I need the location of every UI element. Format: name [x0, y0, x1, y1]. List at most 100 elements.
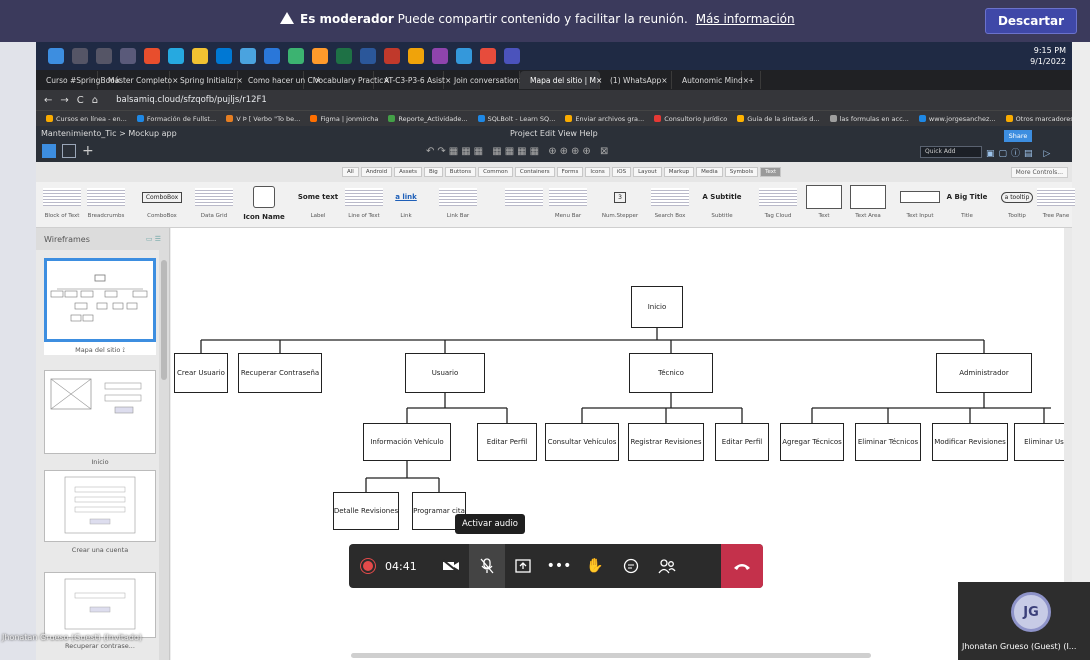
library-tab[interactable]: Icons: [585, 167, 610, 177]
component-item[interactable]: Breadcrumbs: [80, 184, 132, 219]
sitemap-node[interactable]: Registrar Revisiones: [628, 423, 704, 461]
library-tab[interactable]: iOS: [611, 167, 632, 177]
task-view-icon[interactable]: [96, 48, 112, 64]
toolbar-icons[interactable]: ↶↷▦▦▦ ▦▦▦▦ ⊕⊕⊕⊕ ⊠: [426, 146, 611, 157]
component-item[interactable]: Link Bar: [432, 184, 484, 219]
new-tab-icon[interactable]: +: [742, 71, 762, 89]
app-icon-2[interactable]: [240, 48, 256, 64]
sitemap-node[interactable]: Administrador: [936, 353, 1032, 393]
bookmark[interactable]: SQLBolt - Learn SQ...: [477, 115, 555, 123]
grid-view-icon[interactable]: [62, 144, 76, 158]
library-tab[interactable]: Assets: [394, 167, 422, 177]
vscode-icon[interactable]: [264, 48, 280, 64]
wireframes-scrollbar[interactable]: [159, 250, 169, 660]
library-tab[interactable]: Containers: [514, 167, 555, 177]
sitemap-node[interactable]: Técnico: [629, 353, 713, 393]
excel-icon[interactable]: [336, 48, 352, 64]
sitemap-node[interactable]: Usuario: [405, 353, 485, 393]
participants-icon[interactable]: [649, 544, 685, 588]
sitemap-node[interactable]: Eliminar Técnicos: [855, 423, 921, 461]
canvas-horizontal-scrollbar[interactable]: [351, 653, 871, 658]
bookmark[interactable]: www.jorgesanchez...: [918, 115, 996, 123]
edge-icon[interactable]: [168, 48, 184, 64]
bookmark[interactable]: Figma | jonmircha: [310, 115, 378, 123]
library-tab[interactable]: Common: [478, 167, 513, 177]
library-tab[interactable]: Media: [696, 167, 723, 177]
component-item[interactable]: A Big Title Title: [941, 184, 993, 219]
browser-tab[interactable]: Join conversation ×: [444, 71, 525, 89]
sitemap-canvas[interactable]: Inicio Crear Usuario Recuperar Contraseña U…: [171, 228, 1064, 660]
app-icon-8[interactable]: [456, 48, 472, 64]
library-tab[interactable]: Text: [760, 167, 782, 177]
library-tab[interactable]: Android: [360, 167, 393, 177]
search-icon[interactable]: [72, 48, 88, 64]
component-item[interactable]: Some text Label: [292, 184, 344, 219]
bookmark[interactable]: V Þ [ Verbo "To be...: [226, 115, 300, 123]
browser-tab[interactable]: Vocabulary Practic ×: [304, 71, 390, 89]
project-breadcrumb[interactable]: Mantenimiento_Tic > Mockup app: [41, 129, 177, 138]
app-icon-7[interactable]: [432, 48, 448, 64]
tab-close-icon[interactable]: ×: [661, 76, 667, 85]
browser-tab[interactable]: Spring Initializr ×: [170, 71, 243, 89]
more-info-link[interactable]: Más información: [696, 12, 795, 26]
wireframe-item-inicio[interactable]: Inicio: [44, 370, 156, 466]
wireframe-item-mapa[interactable]: Mapa del sitio ⟟: [44, 258, 156, 355]
browser-tab[interactable]: Curso #SpringBoo ×: [36, 71, 121, 89]
app-icon-5[interactable]: [384, 48, 400, 64]
sitemap-node[interactable]: Información Vehículo: [363, 423, 451, 461]
sitemap-node[interactable]: Editar Perfil: [715, 423, 769, 461]
sitemap-node[interactable]: Crear Usuario: [174, 353, 228, 393]
component-item[interactable]: Tree Pane: [1030, 184, 1082, 219]
camera-off-icon[interactable]: [433, 544, 469, 588]
participant-tile[interactable]: JG Jhonatan Grueso (Guest) (I...: [958, 582, 1090, 660]
component-item[interactable]: ComboBox ComboBox: [136, 184, 188, 219]
app-icon-6[interactable]: [408, 48, 424, 64]
component-item[interactable]: Text Input: [894, 184, 946, 219]
store-icon[interactable]: [216, 48, 232, 64]
raise-hand-icon[interactable]: ✋: [577, 544, 613, 588]
share-button[interactable]: Share: [1004, 130, 1032, 142]
more-controls-button[interactable]: More Controls...: [1010, 167, 1068, 178]
library-tab[interactable]: Forms: [556, 167, 584, 177]
bookmark[interactable]: Otros marcadores: [1005, 115, 1072, 123]
bookmark[interactable]: Guía de la sintaxis d...: [737, 115, 820, 123]
bookmark[interactable]: Cursos en línea - en...: [46, 115, 127, 123]
component-item[interactable]: 3 Num.Stepper: [594, 184, 646, 219]
sitemap-node[interactable]: Detalle Revisiones: [333, 492, 399, 530]
library-tab[interactable]: Buttons: [444, 167, 477, 177]
scroll-thumb[interactable]: [161, 260, 167, 380]
browser-tab[interactable]: Mapa del sitio | M ×: [520, 71, 602, 89]
component-item[interactable]: a link Link: [380, 184, 432, 219]
widgets-icon[interactable]: [120, 48, 136, 64]
library-tab[interactable]: Markup: [663, 167, 695, 177]
teams-icon[interactable]: [504, 48, 520, 64]
bookmark[interactable]: Consultorio Jurídico: [654, 115, 727, 123]
word-icon[interactable]: [360, 48, 376, 64]
discard-button[interactable]: Descartar: [985, 8, 1077, 34]
component-item[interactable]: Text Area: [842, 184, 894, 219]
bookmark[interactable]: Formación de Fullst...: [136, 115, 216, 123]
component-item[interactable]: Menu Bar: [542, 184, 594, 219]
panel-icons[interactable]: ▣▢ⓘ▤ ▷: [986, 146, 1054, 159]
library-tab[interactable]: Layout: [633, 167, 662, 177]
url-field[interactable]: balsamiq.cloud/sfzqofb/pujljs/r12F1: [116, 95, 267, 105]
library-tab[interactable]: Big: [424, 167, 443, 177]
component-item[interactable]: Icon Name: [238, 184, 290, 221]
sitemap-node[interactable]: Modificar Revisiones: [932, 423, 1008, 461]
single-view-icon[interactable]: [42, 144, 56, 158]
library-tab[interactable]: All: [342, 167, 359, 177]
app-menu[interactable]: Project Edit View Help: [510, 129, 598, 138]
sitemap-node[interactable]: Editar Perfil: [477, 423, 537, 461]
app-icon-4[interactable]: [312, 48, 328, 64]
browser-tab[interactable]: AT-C3-P3-6 Asist ×: [374, 71, 451, 89]
panel-options-icon[interactable]: ▭ ☰: [146, 235, 161, 243]
browser-tab[interactable]: Autonomic Mind ×: [672, 71, 749, 89]
component-item[interactable]: Search Box: [644, 184, 696, 219]
app-icon-1[interactable]: [144, 48, 160, 64]
sitemap-node[interactable]: Agregar Técnicos: [780, 423, 844, 461]
app-icon-3[interactable]: [288, 48, 304, 64]
app-icon-9[interactable]: [480, 48, 496, 64]
wireframe-item-crear-cuenta[interactable]: Crear una cuenta: [44, 470, 156, 554]
component-item[interactable]: A Subtitle Subtitle: [696, 184, 748, 219]
nav-buttons[interactable]: ←→C⌂: [44, 95, 106, 106]
